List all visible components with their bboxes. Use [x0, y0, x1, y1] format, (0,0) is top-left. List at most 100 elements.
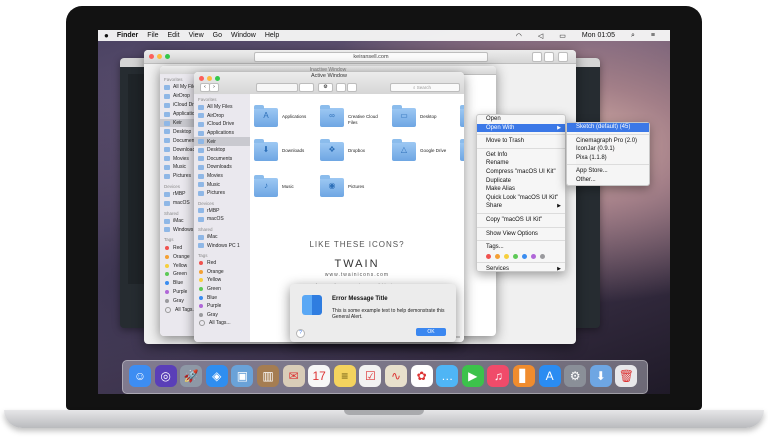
folder-item[interactable]: ▭ Desktop [392, 105, 452, 138]
stamp-icon[interactable]: ✉ [282, 365, 305, 387]
apple-icon[interactable]: ● [104, 31, 109, 40]
tag-color-icon[interactable] [486, 253, 491, 259]
calendar-icon[interactable]: 17 [308, 365, 331, 387]
arrange-button[interactable] [299, 83, 314, 92]
tabs-button[interactable] [544, 52, 554, 62]
context-menu-item-make-alias[interactable]: Make Alias [477, 185, 565, 194]
reminders-icon[interactable]: ☑ [359, 365, 382, 387]
submenu-item-app-store[interactable]: App Store... [567, 167, 649, 176]
trash-icon[interactable]: 🗑 [615, 365, 638, 387]
sidebar-item-rmbp[interactable]: rMBP [194, 207, 250, 216]
sidebar-item-macos[interactable]: macOS [194, 215, 250, 224]
tag-color-icon[interactable] [531, 253, 536, 259]
system-preferences-icon[interactable]: ⚙ [564, 365, 587, 387]
sidebar-item-windows-pc-1[interactable]: Windows PC 1 [194, 241, 250, 250]
folder-item[interactable]: ❖ Dropbox [320, 139, 380, 172]
tag-color-icon[interactable] [495, 253, 500, 259]
music-icon[interactable]: ♫ [487, 365, 510, 387]
tag-color-icon[interactable] [513, 253, 518, 259]
promo-site[interactable]: www.twainicons.com [250, 272, 464, 278]
sidebar-item-pictures[interactable]: Pictures [194, 189, 250, 198]
sidebar-item-keir[interactable]: Keir [194, 137, 250, 146]
sidebar-item-downloads[interactable]: Downloads [194, 163, 250, 172]
menu-view[interactable]: View [189, 32, 204, 39]
spotlight-icon[interactable]: ⌕ [631, 32, 635, 40]
safari-icon[interactable]: ◈ [205, 365, 228, 387]
downloads-stack-icon[interactable]: ⬇ [589, 365, 612, 387]
submenu-item-iconjar-0-9-1[interactable]: IconJar (0.9.1) [567, 145, 649, 154]
folder-item[interactable]: A Applications [254, 105, 314, 138]
folder-item[interactable]: ♪ Music [254, 175, 314, 208]
siri-icon[interactable]: ◎ [154, 365, 177, 387]
sidebar-item-imac[interactable]: iMac [194, 233, 250, 242]
menu-go[interactable]: Go [213, 32, 222, 39]
context-menu-item-compress-macos-ui-kit[interactable]: Compress "macOS UI Kit" [477, 168, 565, 177]
submenu-item-sketch-default-45[interactable]: Sketch (default) (45) [567, 123, 649, 132]
sidebar-item-icloud-drive[interactable]: iCloud Drive [194, 120, 250, 129]
folder-item[interactable]: ◉ Pictures [320, 175, 380, 208]
context-menu-item-services[interactable]: Services ▶ [477, 265, 565, 274]
grapher-icon[interactable]: ∿ [385, 365, 407, 387]
submenu-item-pixa-1-1-8[interactable]: Pixa (1.1.8) [567, 154, 649, 163]
sidebar-item-red[interactable]: Red [194, 259, 250, 268]
launchpad-icon[interactable]: 🚀 [180, 365, 203, 387]
forward-button[interactable]: › [209, 83, 219, 92]
back-forward-buttons[interactable] [176, 52, 192, 60]
sidebar-item-blue[interactable]: Blue [194, 293, 250, 302]
sidebar-item-airdrop[interactable]: AirDrop [194, 112, 250, 121]
photos-icon[interactable]: ✿ [410, 365, 433, 387]
action-button[interactable]: ⚙ [318, 83, 333, 92]
notes-book-icon[interactable]: ▥ [257, 365, 279, 387]
sidebar-item-applications[interactable]: Applications [194, 129, 250, 138]
sidebar-item-movies[interactable]: Movies [194, 172, 250, 181]
context-menu-item-move-to-trash[interactable]: Move to Trash [477, 137, 565, 146]
folder-item[interactable]: △ Google Drive [392, 139, 452, 172]
share-button[interactable] [336, 83, 346, 92]
wifi-icon[interactable]: ◠ [516, 32, 522, 40]
sidebar-item-documents[interactable]: Documents [194, 155, 250, 164]
sidebar-item-gray[interactable]: Gray [194, 310, 250, 319]
tag-color-icon[interactable] [504, 253, 509, 259]
sidebar-item-green[interactable]: Green [194, 285, 250, 294]
context-menu-item-open-with[interactable]: Open With ▶ [477, 123, 565, 133]
tags-button[interactable] [347, 83, 357, 92]
notes-icon[interactable]: ≡ [333, 365, 356, 387]
context-menu-item-duplicate[interactable]: Duplicate [477, 177, 565, 186]
search-field[interactable]: ⌕ Search [390, 83, 460, 92]
app-store-icon[interactable]: A [538, 365, 561, 387]
folder-item[interactable]: ▤Documents [460, 105, 464, 138]
context-menu-item-tags[interactable]: Tags... [477, 243, 565, 252]
sidebar-item-yellow[interactable]: Yellow [194, 276, 250, 285]
help-button[interactable]: ? [296, 329, 305, 338]
menu-window[interactable]: Window [231, 32, 256, 39]
folder-item[interactable]: ⬇ Downloads [254, 139, 314, 172]
notification-center-icon[interactable]: ≡ [651, 32, 655, 39]
context-menu-item-get-info[interactable]: Get Info [477, 151, 565, 160]
clock[interactable]: Mon 01:05 [582, 32, 615, 39]
books-icon[interactable]: ▋ [513, 365, 535, 387]
context-menu-item-copy-macos-ui-kit[interactable]: Copy "macOS UI Kit" [477, 216, 565, 225]
tag-color-icon[interactable] [540, 253, 545, 259]
context-menu-item-quick-look-macos-ui-kit[interactable]: Quick Look "macOS UI Kit" [477, 194, 565, 203]
context-menu-item-share[interactable]: Share ▶ [477, 202, 565, 211]
sidebar-item-purple[interactable]: Purple [194, 302, 250, 311]
folder-item[interactable]: ∞ Creative Cloud Files [320, 105, 380, 138]
sidebar-item-music[interactable]: Music [194, 180, 250, 189]
context-menu-item-rename[interactable]: Rename [477, 159, 565, 168]
facetime-icon[interactable]: ▶ [461, 365, 484, 387]
preview-icon[interactable]: ▣ [231, 365, 254, 387]
submenu-item-cinemagraph-pro-2-0[interactable]: Cinemagraph Pro (2.0) [567, 137, 649, 146]
url-bar[interactable]: keiransell.com [254, 52, 488, 62]
menu-help[interactable]: Help [265, 32, 279, 39]
menu-edit[interactable]: Edit [168, 32, 180, 39]
finder-icon[interactable]: ☺ [129, 365, 151, 387]
context-menu-item-show-view-options[interactable]: Show View Options [477, 230, 565, 239]
folder-item[interactable]: ▦Movies [460, 139, 464, 172]
sidebar-item-all-tags-[interactable]: All Tags... [194, 319, 250, 328]
ok-button[interactable]: OK [416, 328, 446, 336]
menu-file[interactable]: File [147, 32, 158, 39]
volume-icon[interactable]: ◁ [538, 32, 543, 40]
tag-color-icon[interactable] [522, 253, 527, 259]
submenu-item-other[interactable]: Other... [567, 176, 649, 185]
new-tab-button[interactable] [558, 52, 568, 62]
